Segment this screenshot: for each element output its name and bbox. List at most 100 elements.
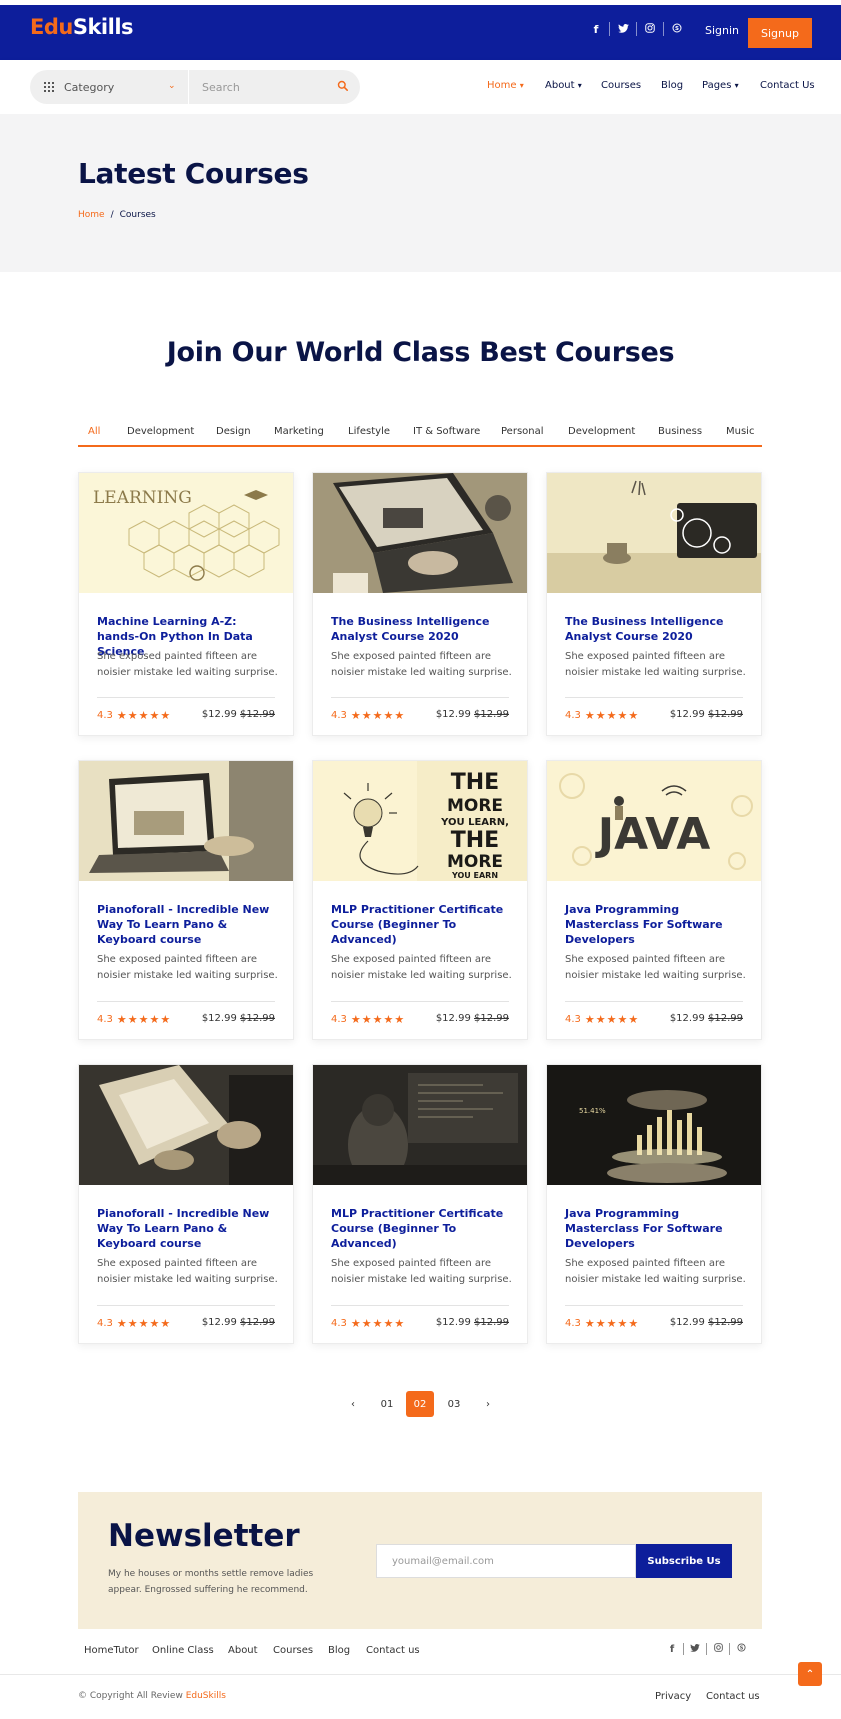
- category-tabs: All Development Design Marketing Lifesty…: [78, 421, 762, 447]
- rating-value: 4.3: [565, 1318, 581, 1329]
- rating-value: 4.3: [565, 710, 581, 721]
- tab-personal[interactable]: Personal: [501, 426, 544, 437]
- footer-privacy-link[interactable]: Privacy: [655, 1691, 691, 1702]
- skype-icon[interactable]: S: [730, 1643, 752, 1655]
- breadcrumb-current: Courses: [119, 210, 156, 220]
- course-image-laptop-online-education[interactable]: [313, 473, 527, 593]
- course-card[interactable]: The Business Intelligence Analyst Course…: [546, 472, 762, 736]
- course-description: She exposed painted fifteen are noisier …: [331, 651, 512, 678]
- course-image-laptop-desk-icons[interactable]: [547, 473, 761, 593]
- pagination-page[interactable]: 01: [373, 1391, 401, 1417]
- course-title[interactable]: The Business Intelligence Analyst Course…: [565, 614, 747, 644]
- logo[interactable]: EduSkills: [30, 15, 134, 39]
- course-image-holographic-chart[interactable]: 51.41%: [547, 1065, 761, 1185]
- course-title[interactable]: Pianoforall - Incredible New Way To Lear…: [97, 1206, 279, 1251]
- pagination-next[interactable]: ›: [474, 1391, 502, 1417]
- footer-link-about[interactable]: About: [228, 1645, 258, 1656]
- search-icon[interactable]: [337, 80, 349, 92]
- nav-blog[interactable]: Blog: [661, 80, 683, 91]
- course-title[interactable]: Java Programming Masterclass For Softwar…: [565, 1206, 747, 1251]
- twitter-icon[interactable]: [684, 1643, 706, 1655]
- footer-link-online-class[interactable]: Online Class: [152, 1645, 214, 1656]
- tab-marketing[interactable]: Marketing: [274, 426, 324, 437]
- tab-all[interactable]: All: [88, 426, 100, 437]
- newsletter-title: Newsletter: [108, 1518, 300, 1554]
- pagination-page-active[interactable]: 02: [406, 1391, 434, 1417]
- price-current: $12.99: [201, 709, 237, 720]
- nav-contact[interactable]: Contact Us: [760, 80, 815, 91]
- facebook-icon[interactable]: f: [583, 23, 609, 36]
- rating-value: 4.3: [97, 1318, 113, 1329]
- category-label: Category: [64, 80, 115, 94]
- pagination-prev[interactable]: ‹: [339, 1391, 367, 1417]
- star-rating-icons: ★★★★★: [584, 709, 640, 722]
- nav-home[interactable]: Home ▾: [487, 80, 524, 91]
- nav-courses[interactable]: Courses: [601, 80, 641, 91]
- course-image-e-learning-laptop[interactable]: [79, 761, 293, 881]
- course-card[interactable]: 51.41% Java Programming Masterclass For …: [546, 1064, 762, 1344]
- skype-icon[interactable]: S: [664, 23, 690, 36]
- facebook-icon[interactable]: f: [661, 1644, 683, 1655]
- nav-about-label: About: [545, 80, 575, 91]
- course-card[interactable]: The Business Intelligence Analyst Course…: [312, 472, 528, 736]
- course-image-the-more-you-learn[interactable]: THE MORE YOU LEARN, THE MORE YOU EARN: [313, 761, 527, 881]
- course-image-coder-dark-room[interactable]: [313, 1065, 527, 1185]
- footer-link-courses[interactable]: Courses: [273, 1645, 313, 1656]
- instagram-icon[interactable]: [707, 1643, 729, 1655]
- signin-link[interactable]: Signin: [705, 24, 739, 37]
- course-description: She exposed painted fifteen are noisier …: [331, 954, 512, 981]
- course-card[interactable]: Pianoforall - Incredible New Way To Lear…: [78, 1064, 294, 1344]
- course-image-learning-hexagons[interactable]: LEARNING: [79, 473, 293, 593]
- tab-development-2[interactable]: Development: [568, 426, 635, 437]
- course-card[interactable]: JAVA Java Programming Masterclass For So…: [546, 760, 762, 1040]
- svg-text:MORE: MORE: [447, 796, 503, 816]
- back-to-top-button[interactable]: ⌃: [798, 1662, 822, 1686]
- footer-link-contact[interactable]: Contact us: [366, 1645, 420, 1656]
- subscribe-button[interactable]: Subscribe Us: [636, 1544, 732, 1578]
- copyright-brand[interactable]: EduSkills: [186, 1691, 226, 1701]
- tab-business[interactable]: Business: [658, 426, 702, 437]
- course-image-java-illustration[interactable]: JAVA: [547, 761, 761, 881]
- course-card[interactable]: MLP Practitioner Certificate Course (Beg…: [312, 1064, 528, 1344]
- footer-link-blog[interactable]: Blog: [328, 1645, 350, 1656]
- course-description: She exposed painted fifteen are noisier …: [97, 651, 278, 678]
- price-current: $12.99: [435, 1317, 471, 1328]
- signup-button[interactable]: Signup: [748, 18, 812, 48]
- nav-about[interactable]: About ▾: [545, 80, 582, 91]
- course-title[interactable]: Pianoforall - Incredible New Way To Lear…: [97, 902, 279, 947]
- price-current: $12.99: [201, 1317, 237, 1328]
- course-card[interactable]: THE MORE YOU LEARN, THE MORE YOU EARN ML…: [312, 760, 528, 1040]
- svg-text:YOU EARN: YOU EARN: [451, 871, 498, 880]
- breadcrumb-home[interactable]: Home: [78, 210, 105, 220]
- course-title[interactable]: MLP Practitioner Certificate Course (Beg…: [331, 902, 513, 947]
- footer-contact-link[interactable]: Contact us: [706, 1691, 760, 1702]
- course-image-hands-documents[interactable]: [79, 1065, 293, 1185]
- search-input[interactable]: [202, 70, 332, 104]
- price-old: $12.99: [708, 1317, 743, 1328]
- course-description: She exposed painted fifteen are noisier …: [97, 954, 278, 981]
- course-card[interactable]: LEARNING Machine Learning A-Z: hands-On …: [78, 472, 294, 736]
- footer-link-hometutor[interactable]: HomeTutor: [84, 1645, 139, 1656]
- pagination-page[interactable]: 03: [440, 1391, 468, 1417]
- logo-part-skills: Skills: [72, 15, 134, 39]
- tab-development[interactable]: Development: [127, 426, 194, 437]
- nav-pages[interactable]: Pages ▾: [702, 80, 739, 91]
- course-title[interactable]: Java Programming Masterclass For Softwar…: [565, 902, 747, 947]
- newsletter-email-input[interactable]: [376, 1544, 636, 1578]
- tab-design[interactable]: Design: [216, 426, 251, 437]
- course-title[interactable]: The Business Intelligence Analyst Course…: [331, 614, 513, 644]
- instagram-icon[interactable]: [637, 22, 663, 36]
- search-group: Category ⌄: [30, 70, 360, 104]
- course-price: $12.99 $12.99: [670, 1317, 743, 1328]
- divider: [97, 697, 275, 698]
- category-dropdown[interactable]: Category ⌄: [30, 70, 188, 104]
- tab-it-software[interactable]: IT & Software: [413, 426, 480, 437]
- course-card[interactable]: Pianoforall - Incredible New Way To Lear…: [78, 760, 294, 1040]
- course-rating: 4.3 ★★★★★: [565, 1317, 639, 1330]
- tab-music[interactable]: Music: [726, 426, 754, 437]
- course-title[interactable]: MLP Practitioner Certificate Course (Beg…: [331, 1206, 513, 1251]
- course-rating: 4.3 ★★★★★: [565, 709, 639, 722]
- star-rating-icons: ★★★★★: [350, 709, 406, 722]
- tab-lifestyle[interactable]: Lifestyle: [348, 426, 390, 437]
- twitter-icon[interactable]: [610, 23, 636, 36]
